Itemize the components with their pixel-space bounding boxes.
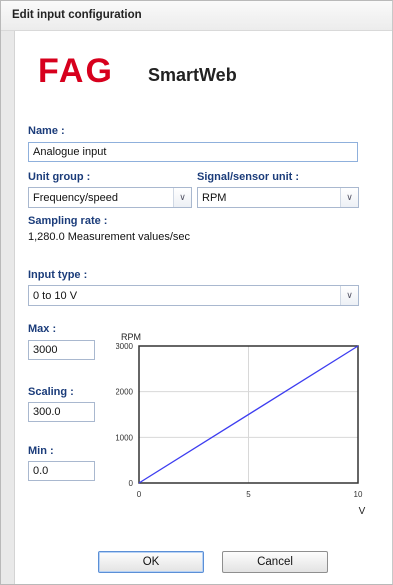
y-tick-label: 3000 [116, 342, 134, 351]
x-tick-label: 10 [354, 490, 363, 499]
scaling-field[interactable]: 300.0 [28, 402, 95, 422]
input-type-select[interactable]: 0 to 10 V ∨ [28, 285, 359, 306]
unit-group-label: Unit group : [28, 171, 91, 183]
signal-sensor-unit-select[interactable]: RPM ∨ [197, 187, 359, 208]
name-field[interactable]: Analogue input [28, 142, 358, 162]
cancel-button[interactable]: Cancel [222, 551, 328, 573]
y-tick-label: 1000 [116, 433, 134, 442]
min-label: Min : [28, 445, 54, 457]
scaling-label: Scaling : [28, 386, 74, 398]
logo-brand: FAG [38, 52, 114, 90]
input-type-value: 0 to 10 V [33, 290, 78, 302]
max-field[interactable]: 3000 [28, 340, 95, 360]
name-label: Name : [28, 125, 65, 137]
chevron-down-icon[interactable]: ∨ [173, 188, 191, 207]
y-tick-label: 2000 [116, 388, 134, 397]
y-axis-label: RPM [121, 332, 141, 342]
input-type-label: Input type : [28, 269, 88, 281]
sampling-rate-label: Sampling rate : [28, 215, 108, 227]
signal-sensor-unit-value: RPM [202, 192, 227, 204]
min-field[interactable]: 0.0 [28, 461, 95, 481]
x-tick-label: 0 [137, 490, 142, 499]
y-tick-label: 0 [129, 479, 134, 488]
chevron-down-icon[interactable]: ∨ [340, 286, 358, 305]
signal-sensor-unit-label: Signal/sensor unit : [197, 171, 300, 183]
ok-button[interactable]: OK [98, 551, 204, 573]
unit-group-select[interactable]: Frequency/speed ∨ [28, 187, 192, 208]
dialog-title: Edit input configuration [12, 9, 142, 21]
left-border-strip [1, 31, 15, 584]
unit-group-value: Frequency/speed [33, 192, 118, 204]
dialog-titlebar[interactable]: Edit input configuration [1, 1, 392, 31]
sampling-rate-value: 1,280.0 Measurement values/sec [28, 231, 191, 243]
max-label: Max : [28, 323, 57, 335]
edit-input-dialog: Edit input configuration FAG SmartWeb Na… [0, 0, 393, 585]
logo-product: SmartWeb [148, 65, 237, 85]
chevron-down-icon[interactable]: ∨ [340, 188, 358, 207]
x-axis-label: V [359, 506, 366, 517]
scaling-chart: 0 1000 2000 3000 0 5 10 RPM V [116, 332, 366, 517]
x-tick-label: 5 [246, 490, 251, 499]
